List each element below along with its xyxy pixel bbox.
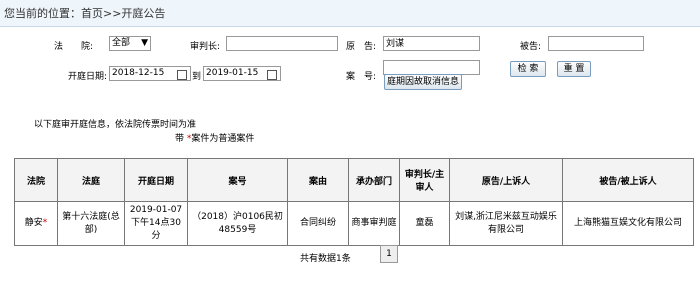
cancelled-hearings-button[interactable]: 庭期因故取消信息	[384, 74, 462, 90]
case-number-input[interactable]	[383, 60, 480, 75]
date-to-label: 到	[192, 72, 202, 82]
defendant-input[interactable]	[548, 36, 644, 51]
column-header: 原告/上诉人	[449, 158, 563, 202]
hearing-table: 法院 法庭 开庭日期 案号 案由 承办部门 审判长/主审人 原告/上诉人 被告/…	[14, 158, 694, 246]
plaintiff-cell: 刘谋,浙江尼米兹互动娱乐有限公司	[449, 201, 563, 246]
court-name: 静安	[24, 218, 43, 228]
department-cell: 商事审判庭	[348, 201, 400, 246]
date-to-input[interactable]: 2019-01-15	[203, 66, 281, 81]
date-from-input[interactable]: 2018-12-15	[109, 66, 191, 81]
tribunal-cell: 第十六法庭(总部)	[57, 201, 125, 246]
reset-button[interactable]: 重 置	[557, 61, 591, 77]
record-count: 共有数据1条	[300, 254, 351, 264]
legend-prefix: 带	[175, 134, 185, 144]
calendar-icon[interactable]	[267, 70, 277, 80]
defendant-cell: 上海熊猫互娱文化有限公司	[562, 201, 694, 246]
case-number-label: 案 号:	[346, 72, 377, 82]
court-label: 法 院:	[54, 42, 94, 52]
column-header: 法院	[14, 158, 58, 202]
date-to-value: 2019-01-15	[206, 68, 259, 78]
case-number-cell: （2018）沪0106民初48559号	[187, 201, 288, 246]
court-select[interactable]: 全部 ▼	[109, 36, 151, 51]
chevron-down-icon: ▼	[141, 38, 148, 48]
plaintiff-label: 原 告:	[346, 42, 377, 52]
judge-input[interactable]	[226, 36, 338, 51]
table-row[interactable]: 静安* 第十六法庭(总部) 2019-01-07下午14点30分 （2018）沪…	[14, 201, 694, 246]
date-from-value: 2018-12-15	[112, 68, 165, 78]
judge-cell: 童磊	[399, 201, 450, 246]
column-header: 承办部门	[348, 158, 400, 202]
breadcrumb: 您当前的位置：首页>>开庭公告	[4, 7, 166, 20]
calendar-icon[interactable]	[177, 70, 187, 80]
date-label: 开庭日期:	[68, 72, 108, 82]
column-header: 案号	[187, 158, 288, 202]
cause-cell: 合同纠纷	[287, 201, 349, 246]
column-header: 审判长/主审人	[399, 158, 450, 202]
plaintiff-input[interactable]	[383, 36, 480, 51]
column-header: 被告/被上诉人	[562, 158, 694, 202]
court-select-value: 全部	[112, 38, 131, 48]
page-button[interactable]: 1	[380, 245, 398, 263]
search-button[interactable]: 检 索	[510, 61, 546, 77]
column-header: 法庭	[57, 158, 125, 202]
legend-note: 带 *案件为普通案件	[175, 131, 254, 144]
column-header: 开庭日期	[124, 158, 188, 202]
date-cell: 2019-01-07下午14点30分	[124, 201, 188, 246]
star-marker: *	[42, 218, 48, 228]
defendant-label: 被告:	[520, 42, 542, 52]
column-header: 案由	[287, 158, 349, 202]
judge-label: 审判长:	[190, 42, 221, 52]
table-header-row: 法院 法庭 开庭日期 案号 案由 承办部门 审判长/主审人 原告/上诉人 被告/…	[14, 158, 694, 202]
top-bar: 您当前的位置：首页>>开庭公告	[0, 0, 700, 27]
legend-suffix: 案件为普通案件	[191, 134, 255, 144]
court-cell: 静安*	[14, 201, 58, 246]
notice-text: 以下庭审开庭信息，依法院传票时间为准	[34, 120, 197, 130]
